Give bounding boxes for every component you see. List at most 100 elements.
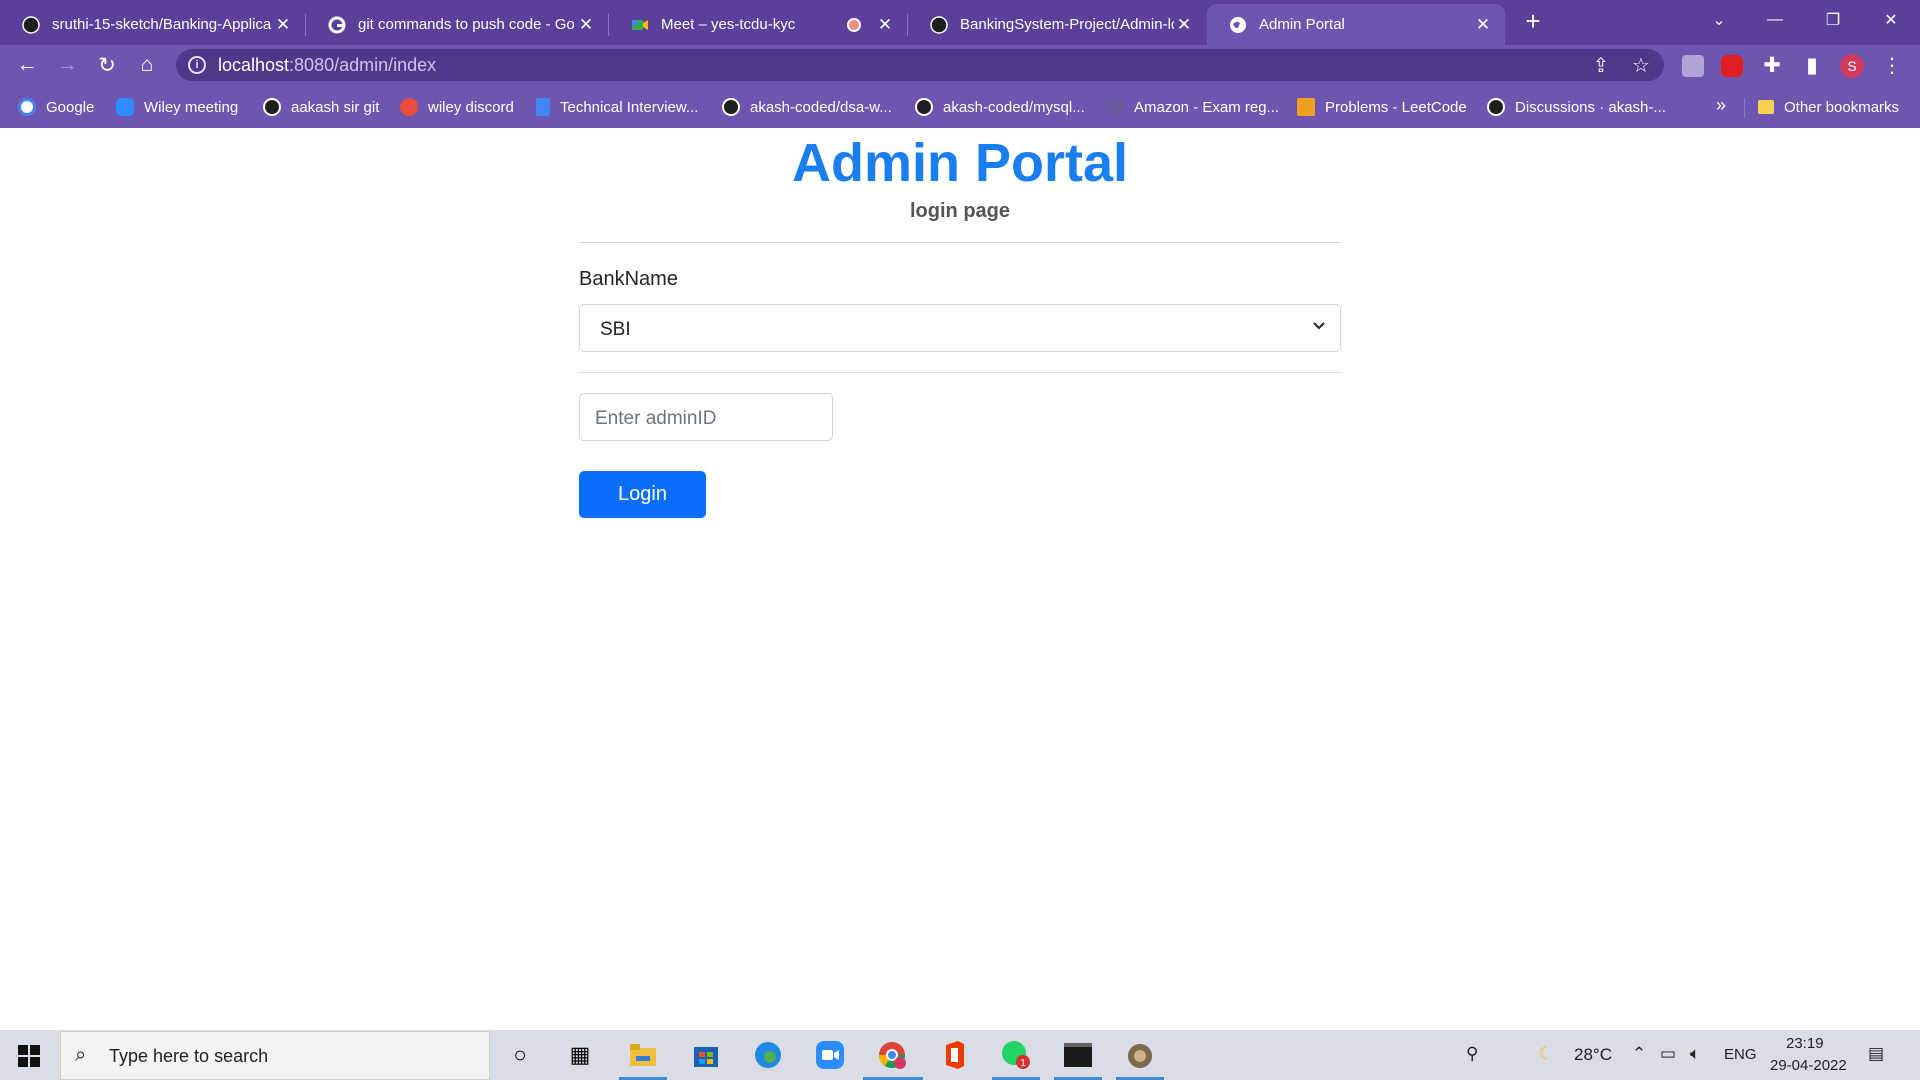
minimize-button[interactable]: — [1752,0,1798,40]
bookmark-label: Amazon - Exam reg... [1134,98,1280,116]
meet-icon [631,16,649,34]
chevron-down-icon [1312,318,1326,335]
tab-title: Admin Portal [1259,16,1345,33]
leetcode-icon [1297,98,1315,116]
terminal-icon[interactable] [1060,1038,1096,1072]
tab-admin-portal[interactable]: Admin Portal ✕ [1207,4,1505,45]
admin-id-placeholder: Enter adminID [595,408,717,429]
github-icon [1487,98,1505,116]
bookmark-technical-interview[interactable]: Technical Interview... [536,96,698,118]
restore-button[interactable]: ❐ [1810,0,1856,40]
bookmarks-separator [1744,98,1745,118]
task-view-icon[interactable]: ▦ [562,1038,598,1072]
admin-id-input[interactable]: Enter adminID [579,393,833,441]
home-icon[interactable]: ⌂ [132,50,162,80]
bank-name-select[interactable]: SBI [579,304,1341,352]
battery-icon[interactable]: ▭ [1660,1044,1676,1064]
folder-icon [1758,100,1774,114]
bookmark-label: wiley discord [428,98,514,116]
close-icon[interactable]: ✕ [1174,15,1194,35]
bookmark-google[interactable]: Google [18,96,94,118]
close-icon[interactable]: ✕ [273,15,293,35]
close-window-button[interactable]: ✕ [1868,0,1914,40]
edge-icon[interactable] [750,1038,786,1072]
google-icon [328,16,346,34]
reload-icon[interactable]: ↻ [92,50,122,80]
tab-search-icon[interactable]: ⌄ [1696,0,1742,40]
tab-banking-system-project[interactable]: BankingSystem-Project/Admin-lo ✕ [908,4,1206,45]
page-title: Admin Portal [791,133,1129,193]
bookmark-label: Other bookmarks [1784,98,1900,116]
menu-kebab-icon[interactable]: ⋮ [1882,53,1902,78]
volume-icon[interactable]: 🔈︎ [1690,1044,1700,1064]
page-subtitle: login page [910,200,1010,222]
login-button[interactable]: Login [579,471,706,518]
side-panel-icon[interactable]: ▮ [1797,50,1827,80]
bookmark-label: akash-coded/dsa-w... [750,98,892,116]
extensions-puzzle-icon[interactable]: ✚ [1757,50,1787,80]
people-icon[interactable]: ⚲ [1466,1044,1478,1064]
back-icon[interactable]: ← [12,50,42,80]
bookmark-label: Technical Interview... [560,98,699,116]
tab-banking-application[interactable]: sruthi-15-sketch/Banking-Applica ✕ [0,4,305,45]
close-icon[interactable]: ✕ [576,15,596,35]
share-icon[interactable]: ⇪ [1588,53,1614,77]
other-bookmarks[interactable]: Other bookmarks [1758,96,1899,118]
bookmark-mysql[interactable]: akash-coded/mysql... [915,96,1085,118]
bookmark-label: Wiley meeting [144,98,239,116]
youtube-extension-icon[interactable] [1721,55,1743,77]
close-icon[interactable]: ✕ [1473,15,1493,35]
office-icon[interactable] [936,1038,972,1072]
search-placeholder: Type here to search [109,1046,269,1066]
extension-icon[interactable] [1682,55,1704,77]
discord-icon [400,98,418,116]
github-icon [930,15,948,34]
bookmark-dsa[interactable]: akash-coded/dsa-w... [722,96,892,118]
github-icon [915,98,933,116]
bookmarks-overflow-button[interactable]: » [1716,95,1726,116]
bookmark-discussions[interactable]: Discussions · akash-... [1487,96,1666,118]
bookmark-amazon-exam[interactable]: Amazon - Exam reg... [1106,96,1279,118]
bank-name-selected: SBI [600,319,631,340]
divider [579,242,1341,243]
tab-title: sruthi-15-sketch/Banking-Applica [52,16,272,33]
microsoft-store-icon[interactable] [688,1038,724,1072]
clock-date[interactable]: 29-04-2022 [1770,1057,1847,1074]
temperature[interactable]: 28°C [1574,1045,1612,1065]
bookmark-star-icon[interactable]: ☆ [1628,53,1654,77]
bookmark-label: Discussions · akash-... [1515,98,1666,116]
forward-icon[interactable]: → [52,50,82,80]
file-explorer-icon[interactable] [625,1038,661,1072]
whatsapp-icon[interactable]: 1 [998,1038,1034,1072]
globe-icon [1106,98,1124,116]
gimp-icon[interactable] [1122,1038,1158,1072]
bookmark-leetcode[interactable]: Problems - LeetCode [1297,96,1467,118]
new-tab-button[interactable]: + [1518,6,1548,36]
globe-icon [1229,16,1247,34]
zoom-icon[interactable] [812,1038,848,1072]
bookmarks-bar: Google Wiley meeting aakash sir git wile… [0,85,1920,128]
cortana-icon[interactable]: ○ [502,1038,538,1072]
site-info-icon[interactable]: i [188,56,206,74]
tab-meet[interactable]: Meet – yes-tcdu-kyc ✕ [609,4,907,45]
profile-avatar[interactable]: S [1840,54,1864,78]
weather-moon-icon[interactable]: ☾ [1538,1044,1553,1064]
bookmark-wiley-discord[interactable]: wiley discord [400,96,514,118]
url-text[interactable]: localhost:8080/admin/index [218,55,436,76]
address-bar[interactable]: i localhost:8080/admin/index ⇪ ☆ [176,49,1664,81]
close-icon[interactable]: ✕ [875,15,895,35]
notifications-icon[interactable]: ▤ [1868,1044,1884,1064]
clock-time[interactable]: 23:19 [1786,1035,1824,1052]
github-icon [722,98,740,116]
windows-start-icon[interactable] [18,1045,40,1067]
chevron-up-icon[interactable]: ⌃ [1632,1044,1646,1064]
divider [579,372,1341,373]
bookmark-wiley-meeting[interactable]: Wiley meeting [116,96,238,118]
chrome-icon[interactable] [874,1038,910,1072]
bookmark-label: Problems - LeetCode [1325,98,1467,116]
taskbar-search-box[interactable]: ⌕ Type here to search [60,1031,490,1080]
bookmark-aakash-sir-git[interactable]: aakash sir git [263,96,379,118]
github-icon [263,98,281,116]
language-indicator[interactable]: ENG [1724,1046,1757,1063]
tab-git-commands[interactable]: git commands to push code - Go ✕ [306,4,608,45]
